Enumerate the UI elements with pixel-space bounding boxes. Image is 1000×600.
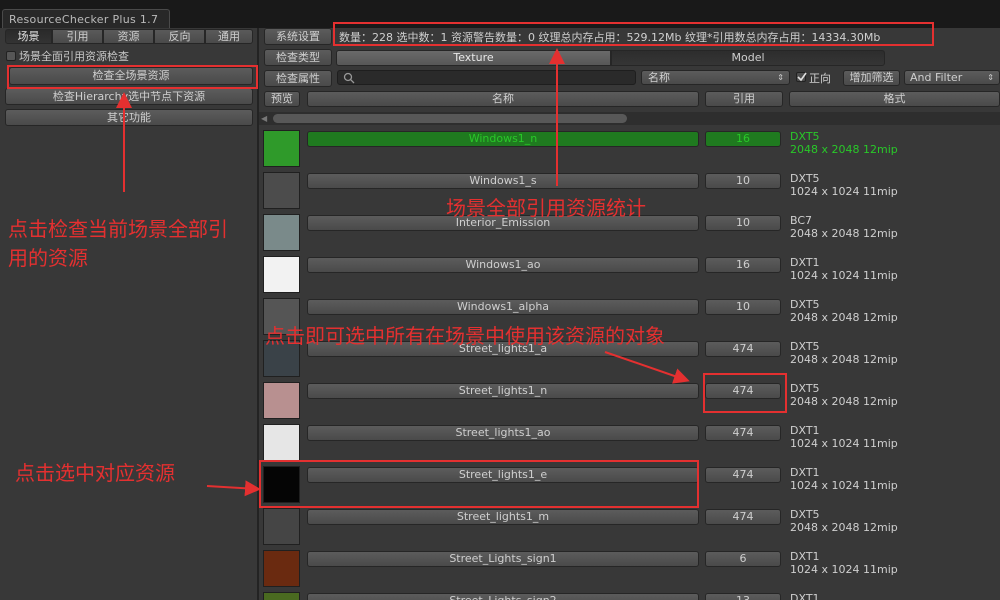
annotation-select-objects: 点击即可选中所有在场景中使用该资源的对象 <box>265 324 665 348</box>
arrow-row <box>206 480 261 497</box>
annotation-select-asset: 点击选中对应资源 <box>15 461 175 485</box>
annotation-check-all-2: 用的资源 <box>8 246 88 270</box>
annotation-check-all: 点击检查当前场景全部引 <box>8 217 228 241</box>
annotation-arrows <box>116 48 690 497</box>
annotation-stats: 场景全部引用资源统计 <box>446 196 646 220</box>
arrow-count <box>604 351 690 384</box>
